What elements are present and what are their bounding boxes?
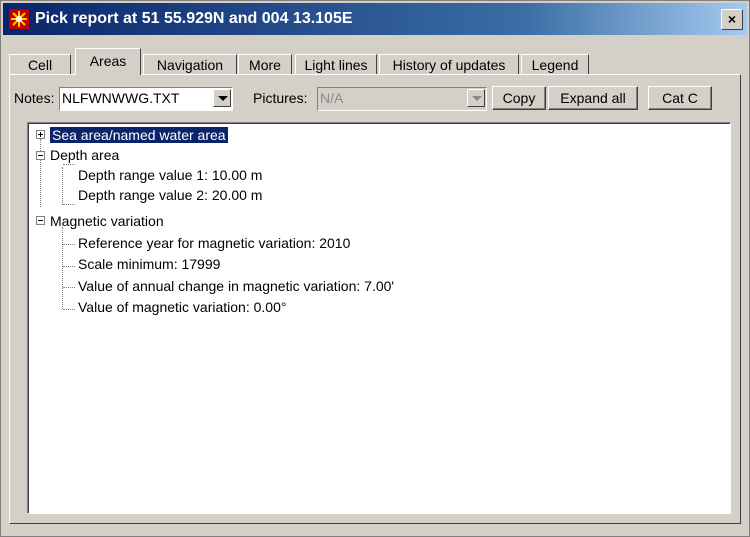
pick-report-window: Pick report at 51 55.929N and 004 13.105…: [0, 0, 750, 537]
tab-history-of-updates[interactable]: History of updates: [379, 54, 519, 75]
tree-leaf[interactable]: Depth range value 1: 10.00 m: [78, 165, 262, 185]
tree-leaf[interactable]: Scale minimum: 17999: [78, 254, 220, 274]
tree-connector: [63, 244, 75, 245]
tree-node[interactable]: Magnetic variation: [50, 211, 164, 231]
tree-connector: [62, 167, 63, 205]
tree-connector: [62, 227, 63, 309]
tree-connector: [63, 309, 75, 310]
tree-node-label: Sea area/named water area: [50, 127, 228, 143]
tree-connector: [63, 204, 75, 205]
tree-connector: [63, 266, 75, 267]
notes-dropdown[interactable]: NLFWNWWG.TXT: [59, 87, 233, 111]
tree-leaf[interactable]: Value of annual change in magnetic varia…: [78, 276, 394, 296]
expand-plus-icon[interactable]: [36, 130, 45, 139]
collapse-minus-icon[interactable]: [36, 151, 45, 160]
tab-more[interactable]: More: [238, 54, 292, 75]
copy-button[interactable]: Copy: [492, 86, 546, 110]
tab-cell[interactable]: Cell: [9, 54, 71, 75]
chevron-down-icon: [218, 96, 228, 101]
expand-all-button[interactable]: Expand all: [548, 86, 638, 110]
areas-panel: Notes: NLFWNWWG.TXT Pictures: N/A Copy E…: [9, 74, 741, 524]
tab-light-lines[interactable]: Light lines: [295, 54, 377, 75]
tab-areas[interactable]: Areas: [75, 48, 141, 75]
pictures-label: Pictures:: [253, 90, 308, 106]
notes-dropdown-button[interactable]: [213, 89, 231, 107]
app-star-icon: [9, 9, 29, 29]
tree-node[interactable]: Sea area/named water area: [50, 125, 228, 145]
notes-value: NLFWNWWG.TXT: [62, 90, 180, 106]
title-bar[interactable]: Pick report at 51 55.929N and 004 13.105…: [3, 3, 747, 35]
pictures-value: N/A: [320, 90, 344, 106]
tree-connector: [63, 287, 75, 288]
pictures-dropdown-button: [467, 89, 485, 107]
window-title: Pick report at 51 55.929N and 004 13.105…: [35, 10, 353, 27]
close-button[interactable]: ×: [721, 9, 743, 30]
cat-button[interactable]: Cat C: [648, 86, 712, 110]
tree-leaf[interactable]: Depth range value 2: 20.00 m: [78, 185, 262, 205]
collapse-minus-icon[interactable]: [36, 216, 45, 225]
tab-legend[interactable]: Legend: [521, 54, 589, 75]
tree-connector: [40, 139, 41, 207]
tree-leaf[interactable]: Value of magnetic variation: 0.00°: [78, 297, 286, 317]
notes-label: Notes:: [14, 90, 55, 106]
tab-navigation[interactable]: Navigation: [143, 54, 237, 75]
tree-node[interactable]: Depth area: [50, 145, 119, 165]
feature-tree[interactable]: Sea area/named water area Depth area Dep…: [27, 122, 731, 514]
tree-leaf[interactable]: Reference year for magnetic variation: 2…: [78, 233, 350, 253]
pictures-dropdown: N/A: [317, 87, 487, 111]
chevron-down-icon: [472, 96, 482, 101]
